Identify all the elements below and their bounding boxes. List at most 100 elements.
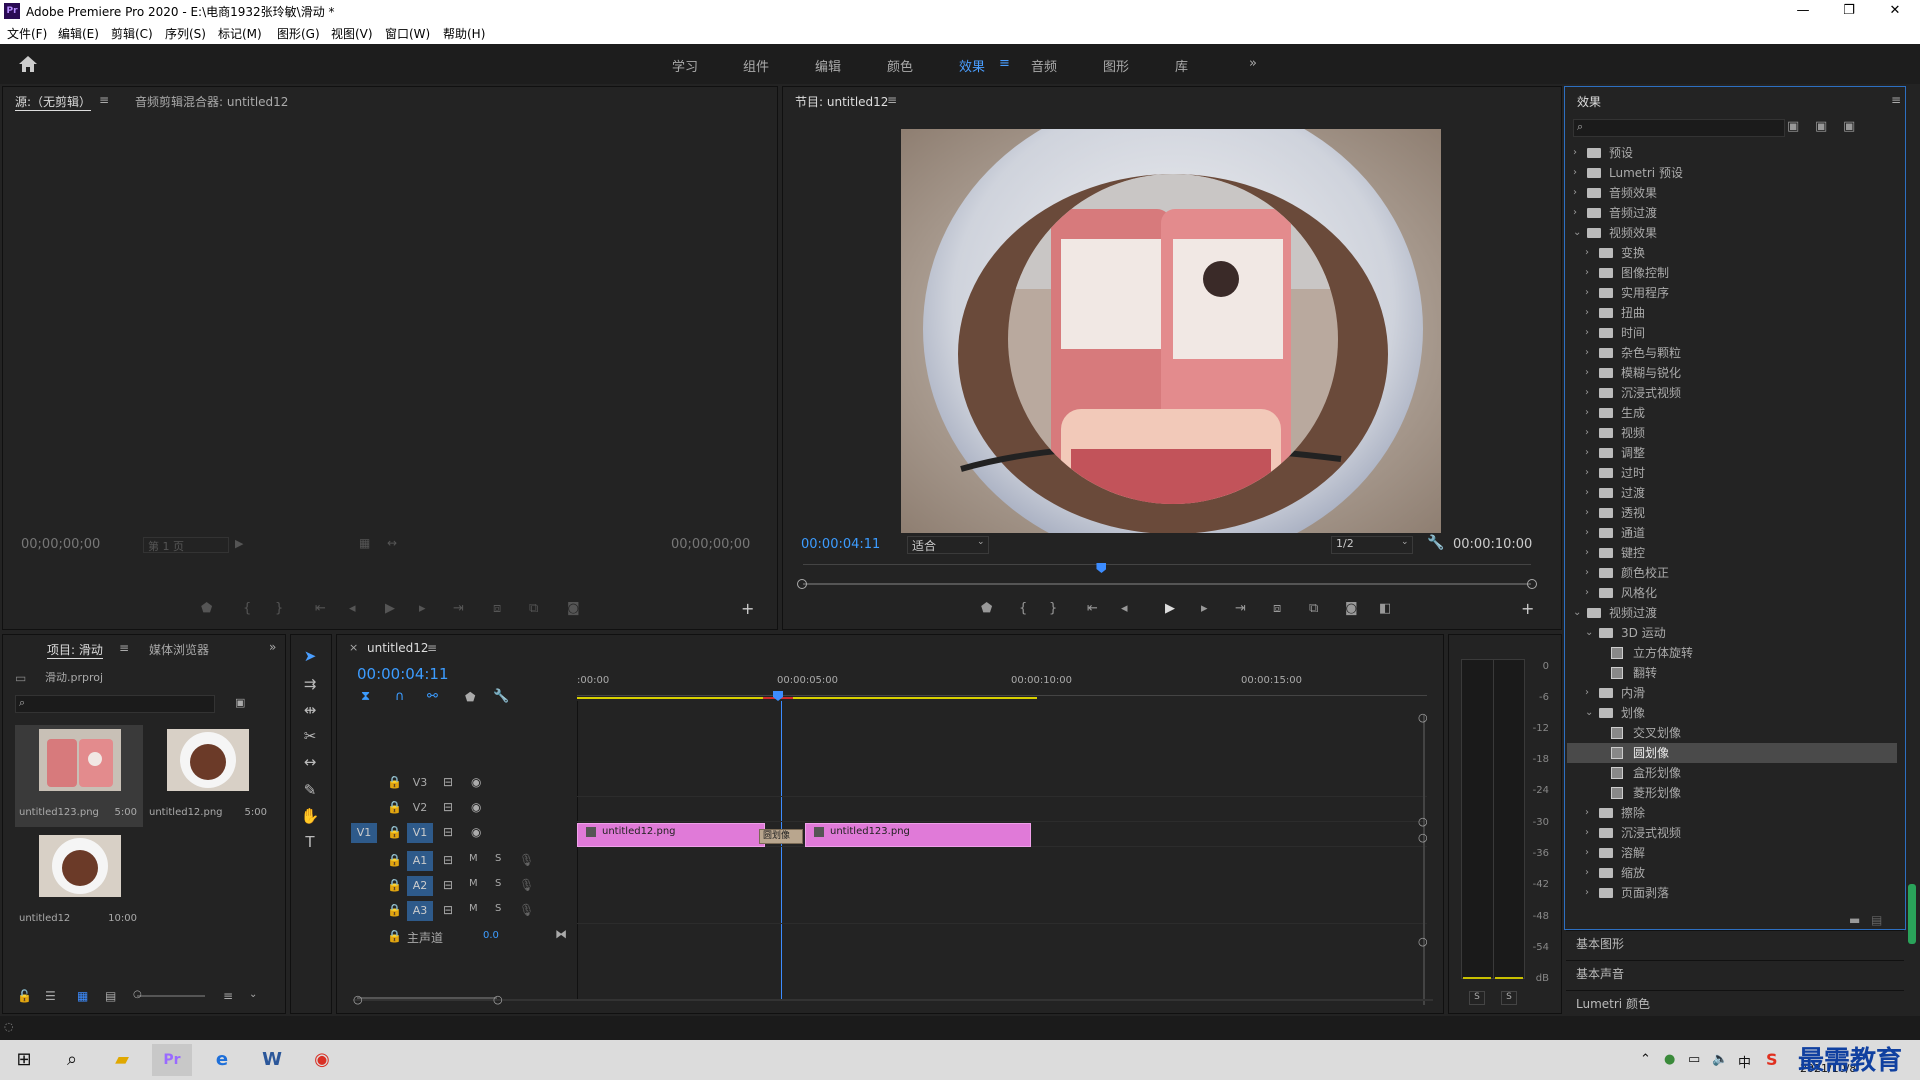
mute-button[interactable]: M xyxy=(469,903,478,914)
step-back-icon[interactable]: ◂ xyxy=(349,601,356,616)
effects-search-input[interactable] xyxy=(1573,119,1785,137)
vscroll-handle-mid[interactable]: ○ xyxy=(1418,815,1428,828)
effects-folder[interactable]: › 生成 xyxy=(1567,403,1897,423)
windows-start-icon[interactable]: ⊞ xyxy=(4,1044,44,1076)
play-icon[interactable]: ▶ xyxy=(1165,601,1175,616)
effects-folder[interactable]: › 时间 xyxy=(1567,323,1897,343)
minimize-button[interactable]: — xyxy=(1780,0,1826,22)
effects-folder[interactable]: › 风格化 xyxy=(1567,583,1897,603)
effects-folder[interactable]: › 页面剥落 xyxy=(1567,883,1897,903)
type-tool-icon[interactable]: T xyxy=(297,833,323,855)
track-lock-icon[interactable]: 🔒 xyxy=(387,800,402,814)
linked-selection-icon[interactable]: ⚯ xyxy=(427,689,438,704)
scrub-end-handle[interactable] xyxy=(1527,579,1537,589)
chevron-right-icon[interactable]: › xyxy=(1585,383,1589,403)
chevron-right-icon[interactable]: › xyxy=(1585,283,1589,303)
chevron-right-icon[interactable]: › xyxy=(1585,543,1589,563)
effects-item[interactable]: 交叉划像 xyxy=(1567,723,1897,743)
mute-button[interactable]: M xyxy=(469,853,478,864)
chevron-down-icon[interactable]: ⌄ xyxy=(1573,603,1581,623)
edge-browser-icon[interactable]: e xyxy=(202,1044,242,1076)
source-page-select[interactable]: 第 1 页 xyxy=(143,537,229,553)
vscroll-handle-bottom[interactable]: ○ xyxy=(1418,935,1428,948)
workspace-color[interactable]: 颜色 xyxy=(887,56,913,75)
chevron-right-icon[interactable]: › xyxy=(1585,263,1589,283)
sync-lock-icon[interactable]: ⊟ xyxy=(443,825,453,839)
effects-item[interactable]: 圆划像 xyxy=(1567,743,1897,763)
program-video-frame[interactable] xyxy=(901,129,1441,533)
chevron-right-icon[interactable]: › xyxy=(1585,463,1589,483)
overwrite-icon[interactable]: ⧉ xyxy=(529,601,538,616)
sync-lock-icon[interactable]: ⊟ xyxy=(443,878,453,892)
effects-folder[interactable]: › 音频效果 xyxy=(1567,183,1897,203)
zoom-slider-handle[interactable]: ○ xyxy=(133,989,142,1000)
chevron-down-icon[interactable]: ⌄ xyxy=(1585,703,1593,723)
effects-folder[interactable]: › 内滑 xyxy=(1567,683,1897,703)
new-bin-icon[interactable]: ▬ xyxy=(1849,913,1860,927)
track-target-a3[interactable]: A3 xyxy=(407,901,433,921)
microphone-icon[interactable]: 🎙 xyxy=(519,878,534,892)
eye-icon[interactable]: ◉ xyxy=(471,825,481,839)
chevron-right-icon[interactable]: › xyxy=(1585,583,1589,603)
track-target-v2[interactable]: V2 xyxy=(407,798,433,818)
step-back-icon[interactable]: ◂ xyxy=(1121,601,1128,616)
effects-folder[interactable]: › 杂色与颗粒 xyxy=(1567,343,1897,363)
source-patch-v1[interactable]: V1 xyxy=(351,823,377,843)
workspace-libraries[interactable]: 库 xyxy=(1175,56,1188,75)
delete-icon[interactable]: ▤ xyxy=(1871,913,1882,927)
effects-folder[interactable]: ⌄ 划像 xyxy=(1567,703,1897,723)
effects-folder[interactable]: ⌄ 视频效果 xyxy=(1567,223,1897,243)
mark-out-icon[interactable]: } xyxy=(275,601,283,616)
work-area-bar[interactable] xyxy=(577,697,1037,699)
effects-folder[interactable]: › 沉浸式视频 xyxy=(1567,383,1897,403)
microphone-icon[interactable]: 🎙 xyxy=(519,903,534,917)
effects-scrollbar[interactable] xyxy=(1908,884,1916,944)
effects-folder[interactable]: › 溶解 xyxy=(1567,843,1897,863)
sync-lock-icon[interactable]: ⊟ xyxy=(443,903,453,917)
chevron-right-icon[interactable]: › xyxy=(1585,443,1589,463)
track-lock-icon[interactable]: 🔒 xyxy=(387,903,402,917)
program-playhead[interactable] xyxy=(1096,563,1107,573)
fit-icon[interactable]: ↔ xyxy=(387,536,397,550)
lift-icon[interactable]: ⧈ xyxy=(1273,601,1281,616)
timeline-timecode[interactable]: 00:00:04:11 xyxy=(357,665,449,683)
add-marker-icon[interactable]: ⬟ xyxy=(465,690,475,704)
project-search-input[interactable] xyxy=(15,695,215,713)
icon-view-icon[interactable]: ▦ xyxy=(77,989,88,1003)
effects-folder[interactable]: › 过渡 xyxy=(1567,483,1897,503)
go-to-in-icon[interactable]: ⇤ xyxy=(1087,601,1098,616)
meter-solo-left[interactable]: S xyxy=(1469,991,1485,1005)
meter-solo-right[interactable]: S xyxy=(1501,991,1517,1005)
menu-graphics[interactable]: 图形(G) xyxy=(277,25,320,42)
add-marker-icon[interactable]: ⬟ xyxy=(981,601,992,616)
microphone-icon[interactable]: 🎙 xyxy=(519,853,534,867)
premiere-taskbar-icon[interactable]: Pr xyxy=(152,1044,192,1076)
close-button[interactable]: ✕ xyxy=(1872,0,1918,22)
track-lock-icon[interactable]: 🔒 xyxy=(387,929,402,943)
go-to-out-icon[interactable]: ⇥ xyxy=(453,601,464,616)
effects-folder[interactable]: › 颜色校正 xyxy=(1567,563,1897,583)
workspace-learn[interactable]: 学习 xyxy=(672,56,698,75)
effects-folder[interactable]: › 沉浸式视频 xyxy=(1567,823,1897,843)
add-button-icon[interactable]: + xyxy=(741,599,754,618)
extract-icon[interactable]: ⧉ xyxy=(1309,601,1318,616)
effects-folder[interactable]: ⌄ 3D 运动 xyxy=(1567,623,1897,643)
nest-icon[interactable]: ⧗ xyxy=(361,689,370,704)
track-target-a1[interactable]: A1 xyxy=(407,851,433,871)
program-ruler[interactable] xyxy=(803,557,1531,565)
hscroll-handle-left[interactable]: ○ xyxy=(353,993,363,1006)
effects-folder[interactable]: › 透视 xyxy=(1567,503,1897,523)
sync-lock-icon[interactable]: ⊟ xyxy=(443,800,453,814)
effects-folder[interactable]: › 扭曲 xyxy=(1567,303,1897,323)
chevron-right-icon[interactable]: › xyxy=(1585,303,1589,323)
play-arrow-icon[interactable]: ▶ xyxy=(235,537,243,550)
add-marker-icon[interactable]: ⬟ xyxy=(201,601,212,616)
tab-audio-clip-mixer[interactable]: 音频剪辑混合器: untitled12 xyxy=(135,93,288,110)
network-icon[interactable]: ▭ xyxy=(1688,1052,1700,1067)
tab-sequence[interactable]: untitled12 xyxy=(367,641,429,655)
search-icon[interactable]: ⌕ xyxy=(52,1044,92,1076)
safe-margins-icon[interactable]: ▦ xyxy=(359,536,370,550)
chevron-right-icon[interactable]: › xyxy=(1585,503,1589,523)
transition-iris-round[interactable]: 圆划像 xyxy=(759,829,803,844)
export-frame-icon[interactable]: ◙ xyxy=(1345,601,1358,616)
